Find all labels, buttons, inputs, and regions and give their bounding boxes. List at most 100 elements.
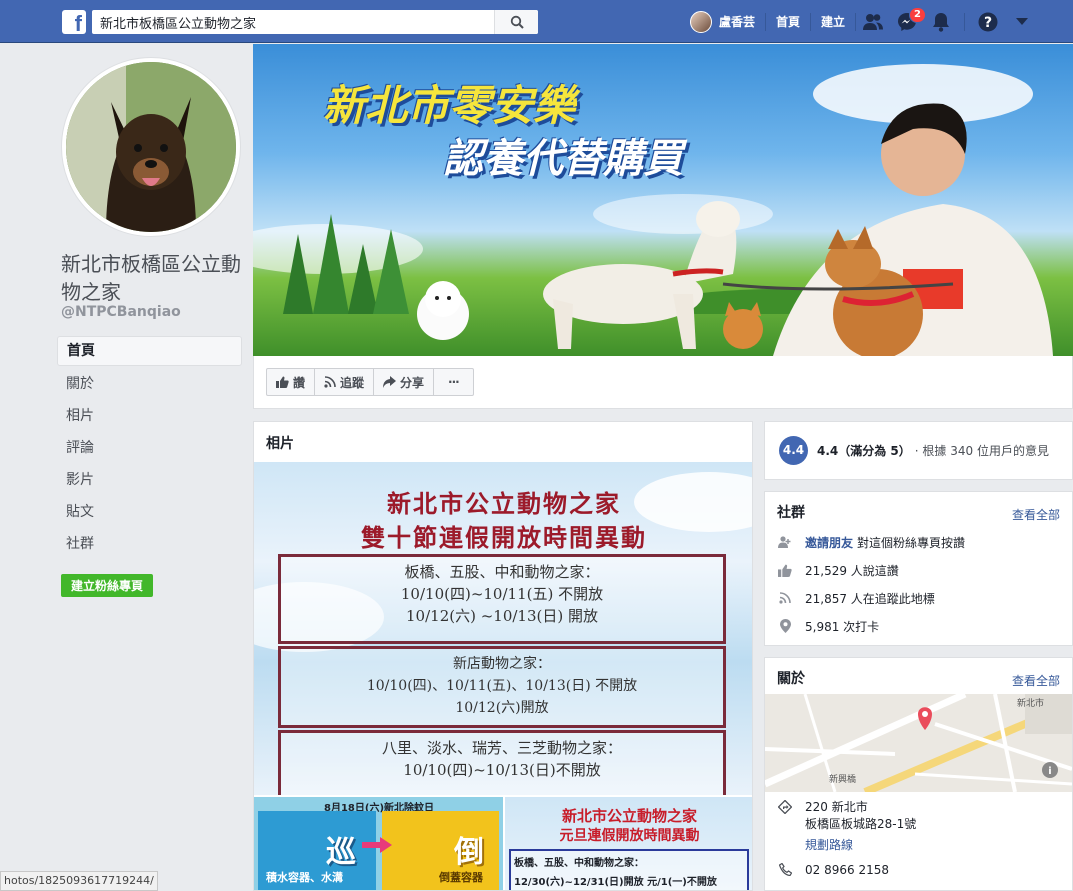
pink-arrow-icon	[362, 837, 392, 853]
create-page-button[interactable]: 建立粉絲專頁	[61, 574, 154, 597]
search-icon	[510, 15, 524, 29]
account-menu-button[interactable]	[1005, 0, 1039, 43]
notice-text: 10/10(四)~10/13(日)不開放	[403, 761, 601, 779]
directions-link[interactable]: 規劃路線	[805, 837, 916, 854]
left-nav-home[interactable]: 首頁	[57, 336, 242, 366]
svg-text:i: i	[1048, 766, 1051, 777]
address-row: 220 新北市 板橋區板城路28-1號 規劃路線	[777, 799, 916, 854]
location-map[interactable]: i 新興橋 新北市	[765, 694, 1072, 792]
new-year-title: 新北市公立動物之家	[561, 807, 697, 825]
notice-text: 10/10(四)~10/11(五) 不開放	[400, 585, 604, 603]
caret-down-icon	[1016, 17, 1029, 25]
create-link[interactable]: 建立	[811, 13, 855, 30]
community-see-all-link[interactable]: 查看全部	[1012, 502, 1060, 528]
cover-headline: 新北市零安樂	[323, 81, 576, 130]
rating-badge[interactable]: 4.4	[779, 436, 808, 465]
more-dots-icon: ···	[448, 375, 460, 389]
notice-box-2: 新店動物之家： 10/10(四)、10/11(五)、10/13(日) 不開放 1…	[278, 646, 726, 728]
notice-text: 八里、淡水、瑞芳、三芝動物之家：	[381, 739, 622, 757]
left-nav-videos[interactable]: 影片	[57, 464, 242, 496]
follow-label: 追蹤	[340, 375, 365, 390]
notice-subtitle: 雙十節連假開放時間異動	[361, 523, 647, 552]
about-card: 關於 查看全部 i 新興橋 新北市 220 新北市 板橋區板城路28-1號 規劃…	[764, 657, 1073, 891]
location-pin-icon	[779, 619, 791, 633]
checkins-count-text: 5,981 次打卡	[805, 619, 880, 634]
bell-icon	[933, 12, 950, 32]
nav-right-group: 盧香芸 首頁 建立 2 ?	[690, 0, 1039, 43]
left-nav-community[interactable]: 社群	[57, 528, 242, 560]
photo-mosquito-day[interactable]: 8月18日(六)新北除蚊日 巡 倒 積水容器、水溝 倒蓋容器	[254, 797, 503, 890]
left-nav-about[interactable]: 關於	[57, 368, 242, 400]
mosquito-word-2: 倒	[454, 835, 484, 870]
page-name[interactable]: 新北市板橋區公立動物之家	[61, 250, 246, 306]
invite-friends-link[interactable]: 邀請朋友	[805, 534, 853, 551]
invite-text: 對這個粉絲專頁按讚	[857, 535, 966, 550]
photos-card-title[interactable]: 相片	[254, 422, 752, 464]
phone-row: 02 8966 2158	[777, 862, 889, 879]
rss-icon	[324, 376, 336, 388]
phone-number[interactable]: 02 8966 2158	[805, 862, 889, 879]
about-header: 關於 查看全部	[765, 658, 1072, 694]
share-label: 分享	[400, 375, 425, 390]
home-link[interactable]: 首頁	[766, 13, 810, 30]
new-year-line: 12/30(六)~12/31(日)開放 元/1(一)不開放	[514, 877, 717, 888]
cover-subheadline: 認養代替購買	[443, 136, 683, 182]
messages-button[interactable]: 2	[890, 0, 927, 43]
notice-box-3: 八里、淡水、瑞芳、三芝動物之家： 10/10(四)~10/13(日)不開放	[278, 730, 726, 795]
follows-count-text: 21,857 人在追蹤此地標	[805, 591, 935, 606]
photo-new-year-notice[interactable]: 新北市公立動物之家 元旦連假開放時間異動 板橋、五股、中和動物之家： 12/30…	[505, 797, 752, 890]
notice-text: 10/12(六)開放	[455, 700, 549, 716]
svg-text:?: ?	[984, 15, 992, 31]
search-button[interactable]	[494, 10, 538, 34]
notice-text: 10/12(六) ~10/13(日) 開放	[406, 607, 598, 625]
like-button[interactable]: 讚	[267, 369, 316, 395]
cover-photo[interactable]: 新北市零安樂 認養代替購買	[253, 44, 1073, 356]
likes-row: 21,529 人說這讚	[765, 556, 1072, 584]
help-icon: ?	[978, 12, 998, 31]
follow-button[interactable]: 追蹤	[315, 369, 375, 395]
left-nav-photos[interactable]: 相片	[57, 400, 242, 432]
map-district-label: 新北市	[1017, 699, 1045, 709]
friend-requests-button[interactable]	[856, 0, 890, 43]
share-button[interactable]: 分享	[374, 369, 435, 395]
notifications-button[interactable]	[924, 0, 958, 43]
directions-icon	[778, 800, 792, 814]
status-bar-url: hotos/1825093617719244/	[0, 871, 158, 891]
rating-card: 4.4 4.4（滿分為 5） · 根據 340 位用戶的意見	[764, 421, 1073, 480]
notice-text: 10/10(四)、10/11(五)、10/13(日) 不開放	[366, 678, 638, 694]
follows-row: 21,857 人在追蹤此地標	[765, 584, 1072, 612]
left-navigation: 首頁 關於 相片 評論 影片 貼文 社群	[57, 336, 242, 560]
thumbs-up-icon	[276, 376, 289, 388]
facebook-logo-icon[interactable]: f	[62, 10, 86, 34]
photo-holiday-notice[interactable]: 新北市公立動物之家 雙十節連假開放時間異動 板橋、五股、中和動物之家： 10/1…	[254, 462, 752, 795]
page-handle[interactable]: @NTPCBanqiao	[61, 304, 181, 320]
user-avatar[interactable]	[690, 10, 712, 33]
left-nav-posts[interactable]: 貼文	[57, 496, 242, 528]
notice-box-1: 板橋、五股、中和動物之家： 10/10(四)~10/11(五) 不開放 10/1…	[278, 554, 726, 644]
checkins-row: 5,981 次打卡	[765, 612, 1072, 640]
page-actions: 讚 追蹤 分享 ···	[266, 368, 474, 396]
mosquito-caption-1: 積水容器、水溝	[266, 871, 343, 884]
help-button[interactable]: ?	[971, 0, 1005, 43]
rating-description[interactable]: · 根據 340 位用戶的意見	[915, 442, 1049, 459]
invite-row: 邀請朋友 對這個粉絲專頁按讚	[765, 528, 1072, 556]
notice-text: 板橋、五股、中和動物之家：	[404, 563, 600, 581]
share-arrow-icon	[383, 376, 397, 388]
about-title[interactable]: 關於	[777, 668, 805, 694]
friends-icon	[863, 13, 884, 30]
notice-title: 新北市公立動物之家	[387, 489, 621, 518]
nav-divider	[964, 12, 966, 31]
user-profile-link[interactable]: 盧香芸	[719, 13, 765, 30]
new-year-box: 板橋、五股、中和動物之家： 12/30(六)~12/31(日)開放 元/1(一)…	[509, 849, 749, 890]
left-nav-reviews[interactable]: 評論	[57, 432, 242, 464]
dog-illustration	[66, 62, 236, 232]
address-line-2: 板橋區板城路28-1號	[805, 817, 917, 831]
map-street-label: 新興橋	[829, 775, 857, 785]
likes-count-text: 21,529 人說這讚	[805, 563, 899, 578]
profile-picture[interactable]	[61, 57, 241, 237]
about-see-all-link[interactable]: 查看全部	[1012, 668, 1060, 694]
search-input[interactable]	[92, 10, 494, 34]
notice-text: 新店動物之家：	[453, 656, 551, 672]
more-options-button[interactable]: ···	[434, 369, 473, 395]
community-title[interactable]: 社群	[777, 502, 805, 528]
